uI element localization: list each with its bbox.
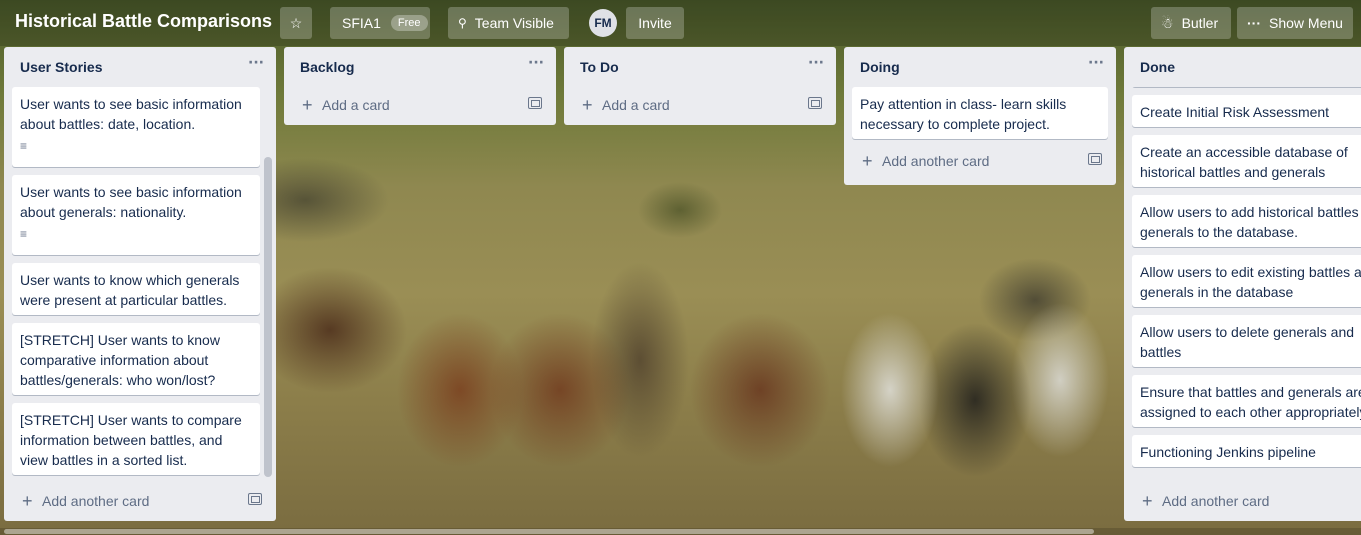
add-card-label: Add a card [602, 97, 670, 113]
plus-icon: + [22, 491, 33, 511]
card-title: Allow users to delete generals and battl… [1140, 324, 1355, 360]
list-menu-icon[interactable]: ··· [1088, 55, 1104, 71]
card-title: Create Initial Risk Assessment [1140, 104, 1330, 120]
card[interactable]: Allow users to add historical battles an… [1132, 195, 1361, 247]
show-menu-label: Show Menu [1269, 15, 1343, 31]
card[interactable]: Allow users to edit existing battles and… [1132, 255, 1361, 307]
card[interactable]: User wants to see basic information abou… [12, 175, 260, 255]
card-list: User wants to see basic information abou… [4, 87, 276, 475]
card[interactable]: Functioning Jenkins pipeline [1132, 435, 1361, 467]
card-title: Allow users to add historical battles an… [1140, 204, 1361, 240]
card-template-icon[interactable] [248, 493, 262, 505]
list-scrollbar[interactable] [264, 157, 272, 477]
card[interactable]: Pay attention in class- learn skills nec… [852, 87, 1108, 139]
workspace-button[interactable]: SFIA1 Free [330, 7, 430, 39]
add-card-button[interactable]: + Add another card [1124, 483, 1361, 521]
star-icon: ☆ [289, 14, 303, 31]
visibility-label: Team Visible [474, 15, 554, 31]
done-cards-viewport: Create Initial Risk Assessment Create an… [1124, 87, 1361, 483]
list-menu-icon[interactable]: ··· [248, 55, 264, 71]
card-title: User wants to see basic information abou… [20, 96, 242, 132]
card-title: User wants to know which generals were p… [20, 272, 240, 308]
card[interactable]: User wants to know which generals were p… [12, 263, 260, 315]
add-card-label: Add another card [882, 153, 990, 169]
free-badge: Free [390, 15, 428, 31]
plus-icon: + [1142, 491, 1153, 511]
butler-label: Butler [1181, 15, 1219, 31]
card-template-icon[interactable] [1088, 153, 1102, 165]
description-icon: ≡ [20, 139, 28, 153]
card-template-icon[interactable] [528, 97, 542, 109]
card[interactable]: User wants to see basic information abou… [12, 87, 260, 167]
card[interactable]: Ensure that battles and generals are ass… [1132, 375, 1361, 427]
star-board-button[interactable]: ☆ [280, 7, 312, 39]
plus-icon: + [582, 95, 593, 115]
add-card-label: Add a card [322, 97, 390, 113]
list-header: Done [1124, 47, 1361, 87]
card-title: Create an accessible database of histori… [1140, 144, 1348, 180]
list-title[interactable]: To Do [580, 59, 619, 75]
visibility-button[interactable]: ⚲ Team Visible [448, 7, 569, 39]
card[interactable]: Create Initial Risk Assessment [1132, 95, 1361, 127]
workspace-name: SFIA1 [342, 15, 381, 31]
list-title[interactable]: Done [1140, 59, 1175, 75]
list-title[interactable]: User Stories [20, 59, 102, 75]
card-list: Pay attention in class- learn skills nec… [844, 87, 1116, 139]
card-title: [STRETCH] User wants to know comparative… [20, 332, 220, 388]
ellipsis-icon: ··· [1247, 15, 1261, 31]
list-to-do: To Do ··· + Add a card [564, 47, 836, 125]
card[interactable]: [STRETCH] User wants to compare informat… [12, 403, 260, 475]
list-user-stories: User Stories ··· User wants to see basic… [4, 47, 276, 521]
list-menu-icon[interactable]: ··· [808, 55, 824, 71]
board-horizontal-scrollbar[interactable] [0, 528, 1361, 535]
card[interactable]: [STRETCH] User wants to know comparative… [12, 323, 260, 395]
card[interactable]: Create an accessible database of histori… [1132, 135, 1361, 187]
add-card-button[interactable]: + Add a card [564, 87, 836, 125]
team-icon: ⚲ [458, 16, 467, 30]
plus-icon: + [862, 151, 873, 171]
card-title: User wants to see basic information abou… [20, 184, 242, 220]
list-done: Done Create Initial Risk Assessment Crea… [1124, 47, 1361, 521]
board-title[interactable]: Historical Battle Comparisons [15, 11, 272, 32]
list-title[interactable]: Doing [860, 59, 900, 75]
list-menu-icon[interactable]: ··· [528, 55, 544, 71]
add-card-button[interactable]: + Add another card [844, 143, 1116, 181]
add-card-label: Add another card [42, 493, 150, 509]
list-header: Backlog ··· [284, 47, 556, 87]
butler-button[interactable]: ☃ Butler [1151, 7, 1231, 39]
add-card-label: Add another card [1162, 493, 1270, 509]
avatar[interactable]: FM [589, 9, 617, 37]
list-title[interactable]: Backlog [300, 59, 354, 75]
description-icon: ≡ [20, 227, 28, 241]
plus-icon: + [302, 95, 313, 115]
card-title: Functioning Jenkins pipeline [1140, 444, 1316, 460]
show-menu-button[interactable]: ··· Show Menu [1237, 7, 1353, 39]
card-title: Allow users to edit existing battles and… [1140, 264, 1361, 300]
card[interactable]: Allow users to delete generals and battl… [1132, 315, 1361, 367]
card-title: [STRETCH] User wants to compare informat… [20, 412, 242, 468]
card-title: Ensure that battles and generals are ass… [1140, 384, 1361, 420]
list-doing: Doing ··· Pay attention in class- learn … [844, 47, 1116, 185]
butler-icon: ☃ [1161, 14, 1174, 31]
card-title: Pay attention in class- learn skills nec… [860, 96, 1067, 132]
board-header: Historical Battle Comparisons ☆ SFIA1 Fr… [0, 0, 1361, 46]
add-card-button[interactable]: + Add another card [4, 483, 276, 521]
list-header: Doing ··· [844, 47, 1116, 87]
list-header: To Do ··· [564, 47, 836, 87]
card-template-icon[interactable] [808, 97, 822, 109]
add-card-button[interactable]: + Add a card [284, 87, 556, 125]
invite-button[interactable]: Invite [626, 7, 684, 39]
list-backlog: Backlog ··· + Add a card [284, 47, 556, 125]
card-list: Create Initial Risk Assessment Create an… [1124, 87, 1361, 475]
scrollbar-thumb[interactable] [4, 529, 1094, 534]
list-header: User Stories ··· [4, 47, 276, 87]
